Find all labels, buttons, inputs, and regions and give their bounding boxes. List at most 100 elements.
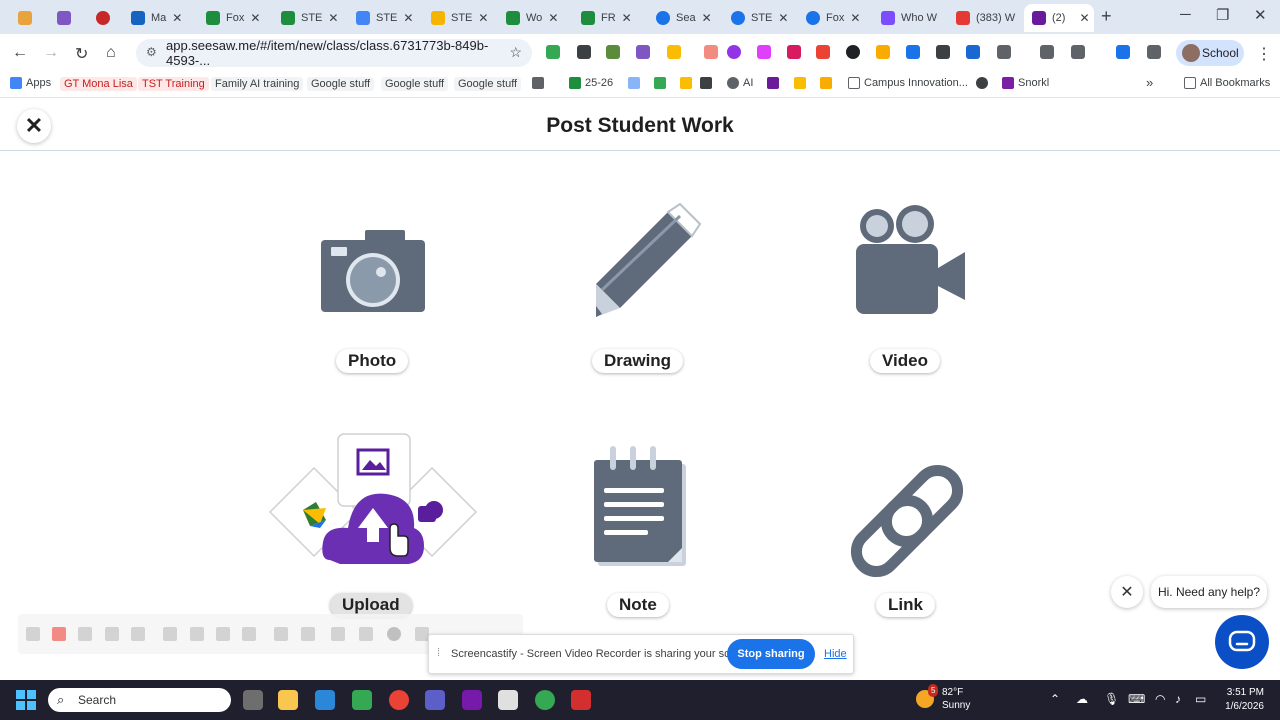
grid-icon[interactable]	[331, 627, 345, 641]
chat-button[interactable]	[1215, 615, 1269, 669]
more-menu-icon[interactable]: ⋮	[1256, 44, 1272, 64]
bookmark-item[interactable]: Family AI training	[211, 77, 304, 91]
spotlight-icon[interactable]	[190, 627, 204, 641]
close-tab-icon[interactable]: ✕	[778, 11, 788, 25]
bookmark-item[interactable]: GT Mona Lisa	[60, 77, 137, 91]
download-icon[interactable]	[1116, 45, 1130, 59]
extension-icon[interactable]	[787, 45, 801, 59]
acrobat-icon[interactable]	[571, 690, 591, 710]
home-icon[interactable]: ⌂	[106, 44, 116, 62]
tab[interactable]: Ma ✕	[131, 4, 193, 32]
bookmark-item[interactable]: Google stuff	[307, 77, 375, 91]
battery-icon[interactable]: ▭	[1195, 692, 1206, 706]
tray-chevron-icon[interactable]: ⌃	[1050, 692, 1060, 706]
extension-icon[interactable]	[577, 45, 591, 59]
extension-icon[interactable]	[727, 45, 741, 59]
extension-icon[interactable]	[966, 45, 980, 59]
extension-icon[interactable]	[906, 45, 920, 59]
extension-icon[interactable]	[636, 45, 650, 59]
extension-icon[interactable]	[704, 45, 718, 59]
file-explorer-icon[interactable]	[278, 690, 298, 710]
all-bookmarks[interactable]: All Bookmarks	[1184, 77, 1270, 89]
text-icon[interactable]	[301, 627, 315, 641]
tab[interactable]: STE ✕	[356, 4, 418, 32]
close-tab-icon[interactable]: ✕	[172, 11, 182, 25]
onenote-icon[interactable]	[462, 690, 482, 710]
close-tab-icon[interactable]: ✕	[548, 11, 558, 25]
hide-link[interactable]: Hide	[824, 648, 847, 660]
extension-icon[interactable]	[936, 45, 950, 59]
tab[interactable]: (383) W	[956, 4, 1020, 32]
close-tab-icon[interactable]: ✕	[850, 11, 860, 25]
restore-icon[interactable]: ❐	[1216, 6, 1229, 24]
option-upload[interactable]: Upload	[268, 432, 480, 622]
chrome-icon[interactable]	[389, 690, 409, 710]
clock[interactable]: 3:51 PM 1/6/2026	[1218, 686, 1264, 714]
cursor-icon[interactable]	[163, 627, 177, 641]
close-tab-icon[interactable]: ✕	[702, 11, 712, 25]
profile-button[interactable]: School	[1176, 40, 1244, 66]
extensions-puzzle-icon[interactable]	[997, 45, 1011, 59]
new-tab-button[interactable]: +	[1101, 6, 1112, 27]
volume-icon[interactable]: ♪	[1175, 692, 1181, 706]
grip-icon[interactable]: ⁞	[437, 647, 440, 659]
extension-icon[interactable]	[816, 45, 830, 59]
site-info-icon[interactable]: ⚙	[146, 45, 157, 59]
zoom-icon[interactable]	[216, 627, 230, 641]
pen-icon[interactable]	[359, 627, 373, 641]
close-tab-icon[interactable]: ✕	[622, 11, 632, 25]
bookmark-icon-only[interactable]	[628, 77, 644, 89]
stop-record-icon[interactable]	[52, 627, 66, 641]
extension-icon[interactable]	[876, 45, 890, 59]
snipping-icon[interactable]	[498, 690, 518, 710]
extension-icon[interactable]	[757, 45, 771, 59]
bookmark-icon-only[interactable]	[976, 77, 992, 89]
tab[interactable]: STE ✕	[731, 4, 793, 32]
tab[interactable]	[96, 4, 116, 32]
bookmark-item[interactable]: AI	[727, 77, 753, 89]
bookmark-icon-only[interactable]	[680, 77, 696, 89]
option-photo[interactable]: Photo	[273, 200, 473, 380]
restart-icon[interactable]	[105, 627, 119, 641]
bookmark-icon-only[interactable]	[820, 77, 836, 89]
bookmark-item[interactable]: Snorkl	[1002, 77, 1049, 89]
bookmark-icon-only[interactable]	[654, 77, 670, 89]
extension-icon[interactable]	[846, 45, 860, 59]
close-tab-icon[interactable]: ✕	[328, 11, 338, 25]
bookmark-item[interactable]: Google stuff	[381, 77, 449, 91]
reload-icon[interactable]: ↻	[75, 44, 88, 64]
tab-active[interactable]: (2) ✕	[1024, 4, 1094, 32]
tab[interactable]: STE ✕	[431, 4, 493, 32]
back-arrow-icon[interactable]: ←	[12, 44, 28, 62]
bookmark-item[interactable]: Google stuff	[454, 77, 522, 91]
help-bubble[interactable]: Hi. Need any help?	[1151, 576, 1267, 608]
windows-start-icon[interactable]	[16, 690, 36, 710]
onedrive-icon[interactable]: ☁	[1076, 692, 1088, 706]
bookmark-item[interactable]: TST Training	[138, 77, 209, 91]
bookmarks-overflow-icon[interactable]: »	[1146, 75, 1153, 90]
bookmark-icon-only[interactable]	[794, 77, 810, 89]
minimize-icon[interactable]: ─	[1180, 6, 1191, 23]
bookmark-icon-only[interactable]	[700, 77, 716, 89]
click-highlight-icon[interactable]	[242, 627, 256, 641]
tab[interactable]: Who W✕	[881, 4, 943, 32]
bookmark-grid-icon[interactable]	[532, 77, 548, 89]
address-bar[interactable]: ⚙ app.seesaw.me/#/item/new/class/class.6…	[136, 38, 532, 68]
taskbar-search[interactable]: ⌕ Search	[48, 688, 231, 712]
pause-icon[interactable]	[78, 627, 92, 641]
search-tabs-icon[interactable]	[1040, 45, 1054, 59]
teams-icon[interactable]	[425, 690, 445, 710]
extension-icon[interactable]	[546, 45, 560, 59]
close-tab-icon[interactable]: ✕	[478, 11, 488, 25]
close-tab-icon[interactable]: ✕	[403, 11, 413, 25]
extension-icon[interactable]	[606, 45, 620, 59]
close-tab-icon[interactable]: ✕	[1079, 11, 1089, 25]
trash-icon[interactable]	[131, 627, 145, 641]
forward-arrow-icon[interactable]: →	[43, 44, 59, 62]
bookmark-apps[interactable]: Apps	[10, 77, 51, 89]
microphone-icon[interactable]: 🎙	[1104, 692, 1119, 706]
tab[interactable]: STE ✕	[281, 4, 343, 32]
tab[interactable]: FR ✕	[581, 4, 643, 32]
tab[interactable]: Fox ✕	[206, 4, 268, 32]
emoji-icon[interactable]	[387, 627, 401, 641]
